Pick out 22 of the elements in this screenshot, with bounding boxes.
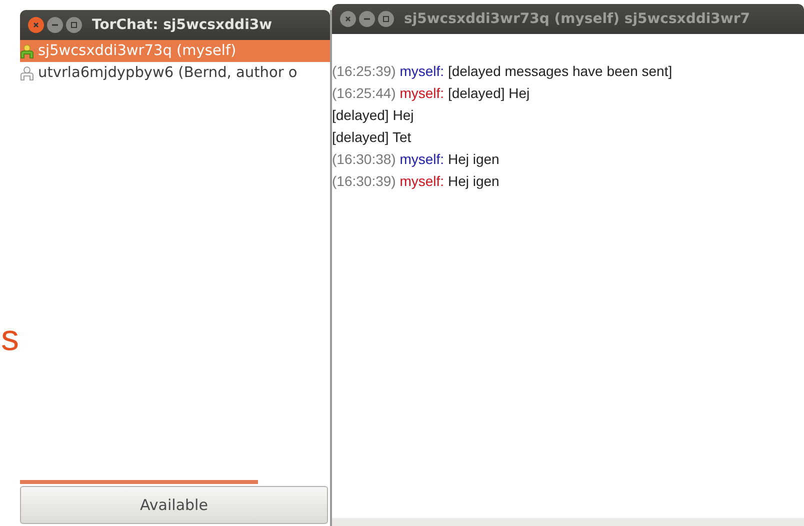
contact-item[interactable]: utvrla6mjdypbyw6 (Bernd, author o [20, 62, 330, 84]
window-title: TorChat: sj5wcsxddi3w [92, 17, 272, 33]
maximize-button[interactable] [378, 11, 394, 27]
chat-message: (16:25:44) myself: [delayed] Hej [332, 84, 531, 103]
chat-message: (16:25:39) myself: [delayed messages have been sent] [332, 62, 674, 81]
maximize-button[interactable] [66, 17, 82, 33]
person-icon [20, 44, 34, 58]
minimize-button[interactable] [359, 11, 375, 27]
status-button[interactable]: Available [20, 486, 328, 524]
chat-message: [delayed] Tet [332, 128, 412, 147]
background-text: s [1, 316, 19, 360]
close-button[interactable] [28, 17, 44, 33]
maximize-icon [69, 20, 79, 30]
chat-message: (16:30:38) myself: Hej igen [332, 150, 500, 169]
close-icon [31, 20, 41, 30]
chat-message: [delayed] Hej [332, 106, 415, 125]
minimize-button[interactable] [47, 17, 63, 33]
maximize-icon [381, 14, 391, 24]
close-button[interactable] [340, 11, 356, 27]
window-title: sj5wcsxddi3wr73q (myself) sj5wcsxddi3wr7 [404, 11, 750, 27]
close-icon [343, 14, 353, 24]
chat-message: (16:30:39) myself: Hej igen [332, 172, 500, 191]
